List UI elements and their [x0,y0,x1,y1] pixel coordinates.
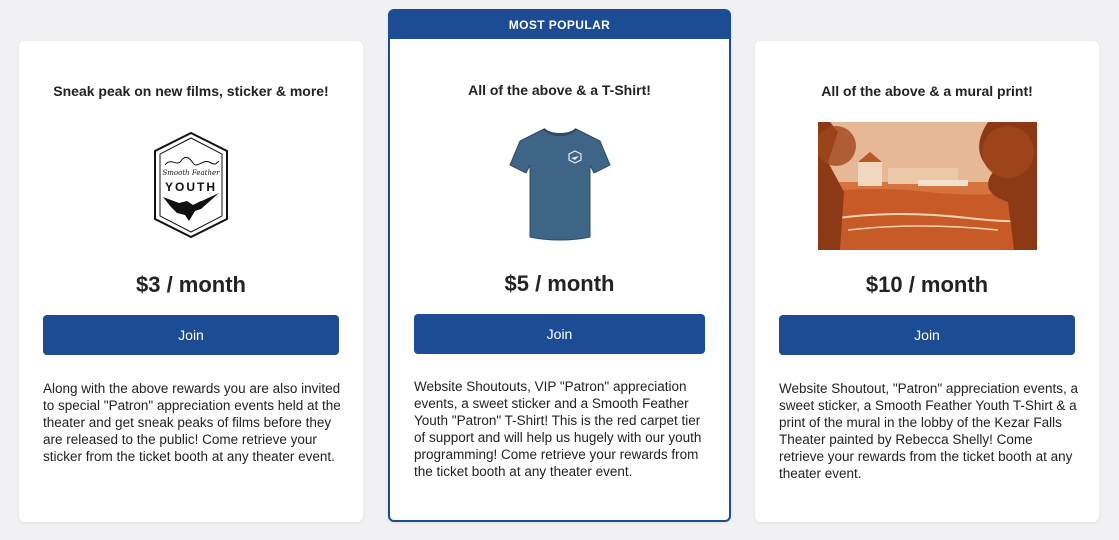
tier-card-10: All of the above & a mural print! $10 / … [755,41,1099,522]
logo-script-text: Smooth Feather [162,169,220,177]
most-popular-badge: MOST POPULAR [390,11,729,39]
tier-card-3: Sneak peak on new films, sticker & more!… [19,41,363,522]
t-shirt-image [508,128,611,241]
tier-media [755,122,1099,250]
join-button[interactable]: Join [414,314,705,354]
tier-description: Along with the above rewards you are als… [43,381,341,464]
smooth-feather-youth-logo: Smooth Feather YOUTH [154,131,228,239]
tier-price: $5 / month [504,271,615,296]
tier-title: All of the above & a mural print! [821,83,1033,99]
tier-description: Website Shoutout, "Patron" appreciation … [779,381,1079,481]
tier-price: $3 / month [135,272,246,297]
tier-title: All of the above & a T-Shirt! [468,82,651,98]
join-button[interactable]: Join [43,315,339,355]
pricing-tiers: Sneak peak on new films, sticker & more!… [0,0,1119,540]
tier-title: Sneak peak on new films, sticker & more! [53,83,329,99]
join-button[interactable]: Join [779,315,1075,355]
logo-word-text: YOUTH [165,180,217,194]
tier-media: Smooth Feather YOUTH [19,131,363,239]
tier-media [390,125,729,243]
tier-price: $10 / month [865,272,989,297]
tier-description: Website Shoutouts, VIP "Patron" apprecia… [414,379,702,479]
mural-print-image [817,122,1037,250]
tier-card-5: MOST POPULAR All of the above & a T-Shir… [388,9,731,522]
